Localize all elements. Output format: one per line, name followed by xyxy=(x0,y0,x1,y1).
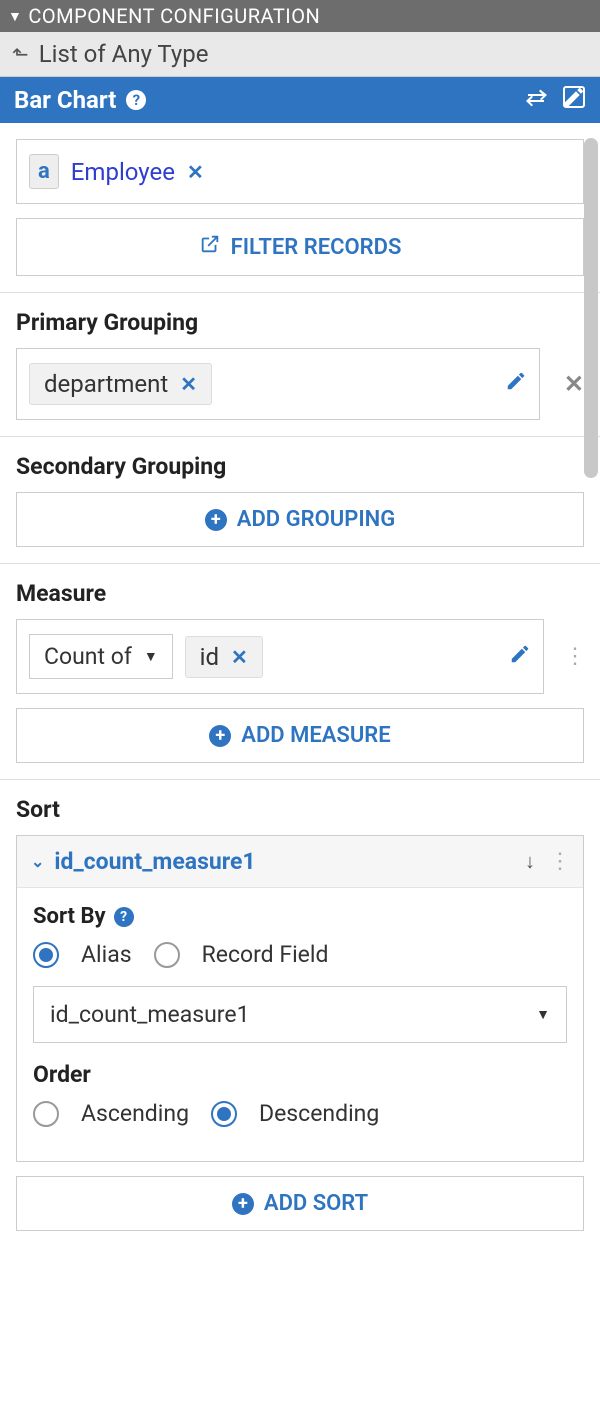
chevron-down-icon: ⌄ xyxy=(31,852,44,871)
help-icon[interactable]: ? xyxy=(126,90,146,110)
sort-item-name: id_count_measure1 xyxy=(54,848,255,875)
sort-alias-select[interactable]: id_count_measure1 ▼ xyxy=(33,986,567,1043)
edit-primary-grouping-icon[interactable] xyxy=(505,370,527,398)
radio-alias-label: Alias xyxy=(81,941,132,968)
radio-record-field-label: Record Field xyxy=(202,941,329,968)
add-measure-button[interactable]: + ADD MEASURE xyxy=(16,708,584,763)
aggregation-value: Count of xyxy=(44,643,132,670)
aggregation-dropdown[interactable]: Count of ▼ xyxy=(29,634,173,679)
primary-grouping-label: Primary Grouping xyxy=(16,309,584,336)
radio-alias[interactable] xyxy=(33,942,59,968)
remove-measure-field-icon[interactable]: ✕ xyxy=(231,645,248,669)
sort-item-header[interactable]: ⌄ id_count_measure1 ↓ ⋮ xyxy=(17,836,583,888)
panel-header[interactable]: ▼ COMPONENT CONFIGURATION xyxy=(0,0,600,32)
sort-menu-icon[interactable]: ⋮ xyxy=(549,849,569,874)
plus-icon: + xyxy=(205,509,227,531)
add-sort-button[interactable]: + ADD SORT xyxy=(16,1176,584,1231)
sort-alias-value: id_count_measure1 xyxy=(50,1001,250,1028)
edit-measure-icon[interactable] xyxy=(509,643,531,671)
collapse-caret-icon: ▼ xyxy=(8,8,22,25)
add-grouping-label: ADD GROUPING xyxy=(237,507,395,532)
measure-field-chip[interactable]: id ✕ xyxy=(185,636,263,678)
plus-icon: + xyxy=(232,1193,254,1215)
add-measure-label: ADD MEASURE xyxy=(241,723,390,748)
order-label: Order xyxy=(33,1061,567,1088)
breadcrumb-text: List of Any Type xyxy=(39,40,209,68)
data-source-chip[interactable]: Employee ✕ xyxy=(71,158,204,186)
primary-grouping-box: department ✕ xyxy=(16,348,540,420)
edit-expression-icon[interactable] xyxy=(562,85,586,115)
primary-grouping-chip[interactable]: department ✕ xyxy=(29,363,212,405)
plus-icon: + xyxy=(209,725,231,747)
sort-direction-icon[interactable]: ↓ xyxy=(525,849,535,874)
record-type-icon: a xyxy=(29,154,59,189)
radio-descending-label: Descending xyxy=(259,1100,379,1127)
filter-records-button[interactable]: FILTER RECORDS xyxy=(16,218,584,276)
external-link-icon xyxy=(199,233,221,261)
secondary-grouping-label: Secondary Grouping xyxy=(16,453,584,480)
chevron-down-icon: ▼ xyxy=(144,648,158,665)
sort-label: Sort xyxy=(16,796,584,823)
remove-primary-grouping-icon[interactable]: ✕ xyxy=(180,372,197,396)
remove-data-source-icon[interactable]: ✕ xyxy=(187,160,204,184)
measure-field-value: id xyxy=(200,643,219,671)
add-grouping-button[interactable]: + ADD GROUPING xyxy=(16,492,584,547)
up-arrow-icon: ⬑ xyxy=(12,42,29,66)
add-sort-label: ADD SORT xyxy=(264,1191,368,1216)
radio-ascending-label: Ascending xyxy=(81,1100,189,1127)
data-source-box: a Employee ✕ xyxy=(16,139,584,204)
radio-ascending[interactable] xyxy=(33,1101,59,1127)
filter-records-label: FILTER RECORDS xyxy=(231,235,402,260)
primary-grouping-value: department xyxy=(44,370,168,398)
measure-label: Measure xyxy=(16,580,584,607)
component-name: Bar Chart xyxy=(14,86,116,114)
delete-primary-grouping-icon[interactable]: ✕ xyxy=(564,370,584,398)
chevron-down-icon: ▼ xyxy=(536,1006,550,1023)
measure-menu-icon[interactable]: ⋮ xyxy=(564,644,584,669)
scrollbar[interactable] xyxy=(584,138,598,478)
help-icon[interactable]: ? xyxy=(114,907,134,927)
measure-box: Count of ▼ id ✕ xyxy=(16,619,544,694)
radio-descending[interactable] xyxy=(211,1101,237,1127)
sort-by-label: Sort By ? xyxy=(33,904,567,929)
sort-item: ⌄ id_count_measure1 ↓ ⋮ Sort By ? Alias xyxy=(16,835,584,1162)
data-source-label: Employee xyxy=(71,158,175,186)
component-title-bar: Bar Chart ? xyxy=(0,77,600,123)
radio-record-field[interactable] xyxy=(154,942,180,968)
panel-title: COMPONENT CONFIGURATION xyxy=(28,4,320,28)
breadcrumb[interactable]: ⬑ List of Any Type xyxy=(0,32,600,77)
swap-icon[interactable] xyxy=(524,86,548,114)
